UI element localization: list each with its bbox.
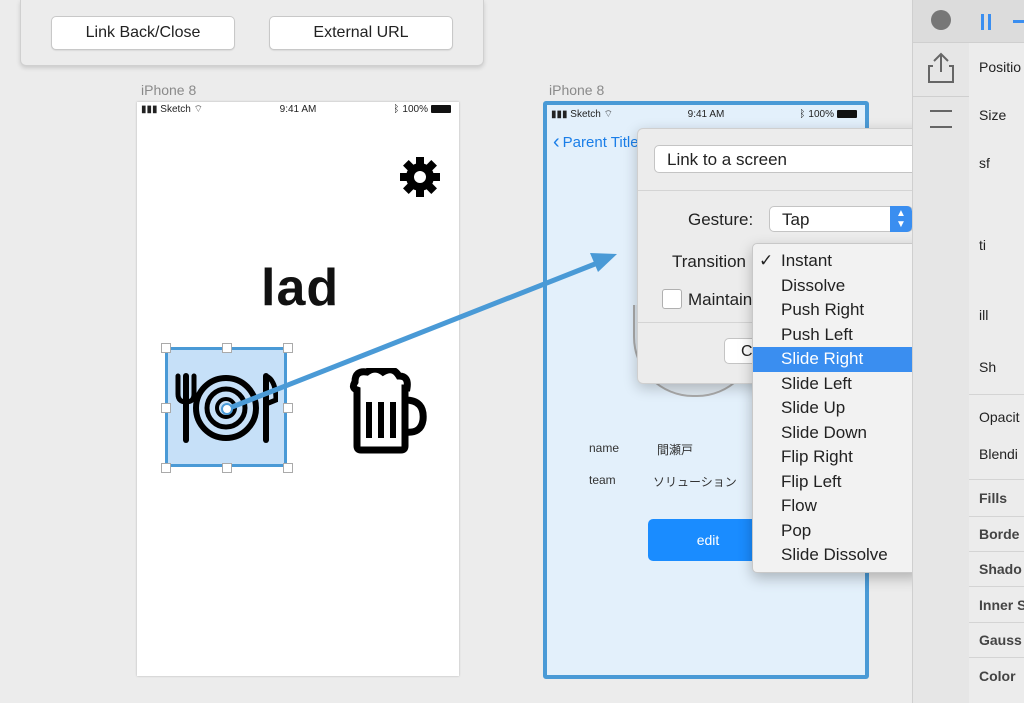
gesture-label: Gesture: <box>688 210 754 229</box>
share-icon[interactable] <box>927 52 955 84</box>
menu-item-dissolve[interactable]: Dissolve <box>753 274 921 299</box>
distribute-icon[interactable] <box>1013 20 1024 23</box>
inspector-tabs <box>969 0 1024 43</box>
section-shadows[interactable]: Shado <box>979 561 1022 577</box>
menu-item-pop[interactable]: Pop <box>753 519 921 544</box>
checkmark-icon: ✓ <box>759 251 774 270</box>
align-icon[interactable] <box>988 14 991 30</box>
craft-icon[interactable] <box>931 10 951 30</box>
section-borders[interactable]: Borde <box>979 526 1019 542</box>
divider <box>969 394 1024 395</box>
gesture-select[interactable]: Tap ▲ ▼ <box>769 206 913 232</box>
section-gaussian-blur[interactable]: Gauss <box>979 632 1022 648</box>
menu-item-slide-up[interactable]: Slide Up <box>753 396 921 421</box>
align-icon[interactable] <box>981 14 984 30</box>
maintain-label: Maintain <box>688 290 753 309</box>
menu-item-slide-right[interactable]: Slide Right <box>753 347 921 372</box>
inspector-panel: Positio Size sf ti ill Sh Opacit Blendi … <box>969 0 1024 703</box>
inspector-blending: Blendi <box>979 446 1018 462</box>
layers-icon[interactable] <box>930 110 952 128</box>
transition-menu: ✓ Instant Dissolve Push Right Push Left S… <box>752 243 922 573</box>
inspector-resizing: ti <box>979 237 986 253</box>
menu-item-slide-left[interactable]: Slide Left <box>753 372 921 397</box>
inspector-opacity: Opacit <box>979 409 1020 425</box>
gesture-value: Tap <box>782 210 810 229</box>
menu-item-slide-down[interactable]: Slide Down <box>753 421 921 446</box>
menu-item-instant[interactable]: ✓ Instant <box>753 249 921 274</box>
menu-item-slide-dissolve[interactable]: Slide Dissolve <box>753 543 921 568</box>
tools-strip <box>912 0 970 703</box>
divider <box>913 96 969 97</box>
divider <box>969 657 1024 658</box>
divider <box>969 586 1024 587</box>
section-fills[interactable]: Fills <box>979 490 1007 506</box>
divider <box>969 516 1024 517</box>
menu-item-push-left[interactable]: Push Left <box>753 323 921 348</box>
section-color-adjust[interactable]: Color <box>979 668 1016 684</box>
chevron-updown-icon: ▲▼ <box>890 206 912 232</box>
menu-item-flow[interactable]: Flow <box>753 494 921 519</box>
cancel-label: C <box>741 343 753 360</box>
inspector-size: Size <box>979 107 1007 123</box>
inspector-position: Positio <box>979 59 1022 75</box>
section-inner-shadows[interactable]: Inner S <box>979 597 1024 613</box>
inspector-shared-style: Sh <box>979 359 997 375</box>
inspector-transform: sf <box>979 155 990 171</box>
divider <box>969 551 1024 552</box>
transition-label: Transition <box>672 252 747 271</box>
divider <box>969 479 1024 480</box>
link-target-value: Link to a screen <box>667 150 788 169</box>
divider <box>969 622 1024 623</box>
menu-item-flip-right[interactable]: Flip Right <box>753 445 921 470</box>
menu-item-push-right[interactable]: Push Right <box>753 298 921 323</box>
menu-item-flip-left[interactable]: Flip Left <box>753 470 921 495</box>
maintain-checkbox[interactable] <box>662 289 682 309</box>
inspector-fill: ill <box>979 307 989 323</box>
